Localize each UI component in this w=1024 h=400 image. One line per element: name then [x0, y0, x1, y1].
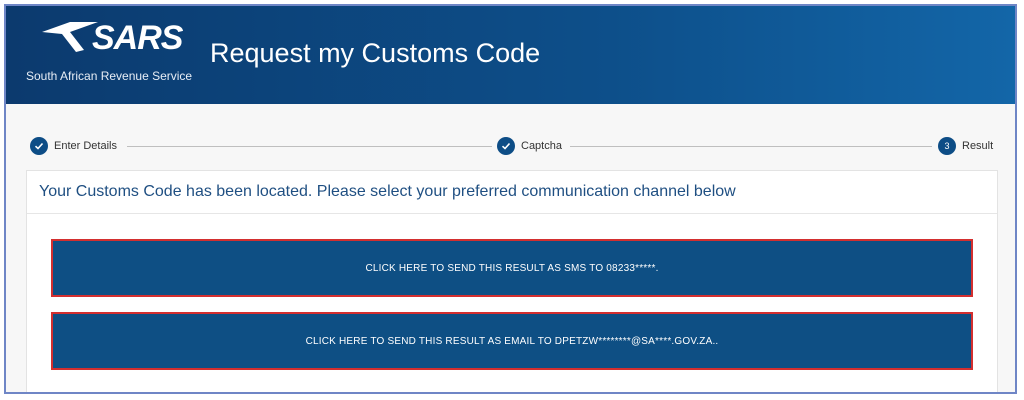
step-captcha: Captcha — [497, 136, 562, 156]
result-card: Your Customs Code has been located. Plea… — [26, 170, 998, 392]
logo-subtitle: South African Revenue Service — [26, 69, 193, 83]
step-label: Result — [962, 140, 994, 152]
step-label: Captcha — [521, 140, 562, 152]
step-connector — [570, 146, 932, 147]
step-number: 3 — [938, 137, 956, 155]
result-message: Your Customs Code has been located. Plea… — [39, 183, 736, 200]
step-result: 3 Result — [938, 136, 993, 156]
site-header: SARS South African Revenue Service Reque… — [6, 6, 1015, 104]
sars-logo-icon — [42, 22, 98, 52]
step-enter-details: Enter Details — [30, 136, 117, 156]
logo-text: SARS — [92, 19, 183, 57]
check-icon — [30, 137, 48, 155]
page-title: Request my Customs Code — [210, 38, 541, 68]
divider — [27, 213, 997, 214]
page-frame: SARS South African Revenue Service Reque… — [4, 4, 1017, 394]
send-email-button[interactable]: CLICK HERE TO SEND THIS RESULT AS EMAIL … — [51, 312, 973, 370]
progress-stepper: Enter Details Captcha 3 Result — [30, 136, 996, 160]
step-connector — [127, 146, 492, 147]
step-label: Enter Details — [54, 140, 117, 152]
send-sms-button[interactable]: CLICK HERE TO SEND THIS RESULT AS SMS TO… — [51, 239, 973, 297]
check-icon — [497, 137, 515, 155]
